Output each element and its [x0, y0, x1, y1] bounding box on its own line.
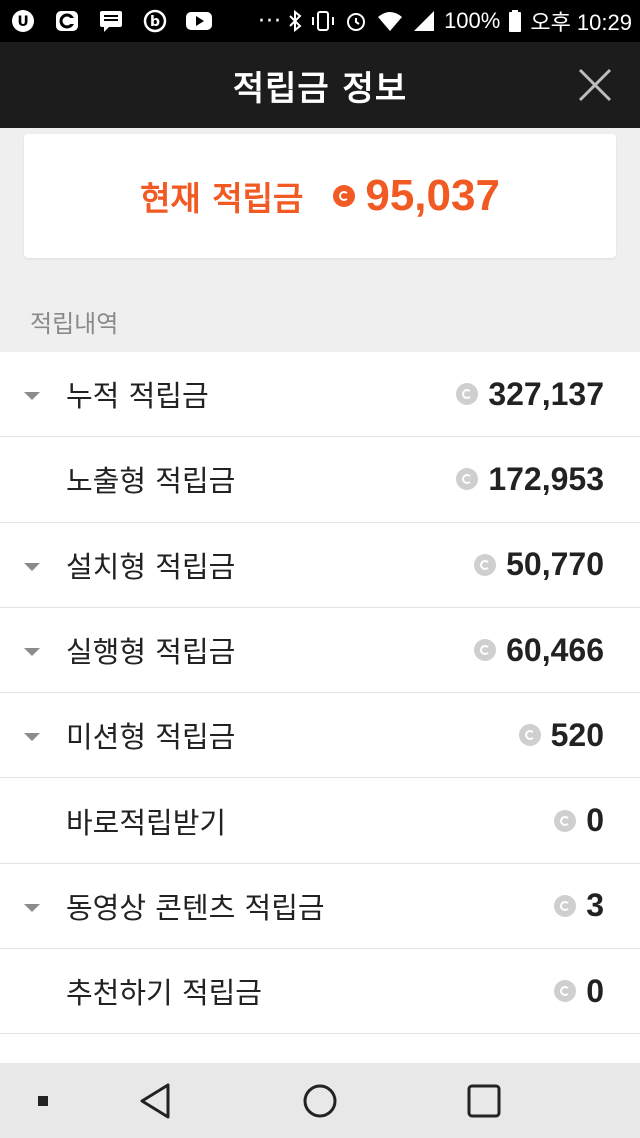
coin-icon — [554, 809, 577, 832]
status-bar-system: 100% 오후 10:29 — [288, 5, 632, 37]
battery-percent: 100% — [444, 8, 501, 33]
svg-text:U: U — [17, 14, 28, 30]
status-bar: U b ··· 100% 오후 10:29 — [0, 0, 640, 42]
list-item[interactable]: 설치형 적립금 50,770 — [0, 523, 640, 608]
message-icon — [96, 9, 126, 33]
row-value: 172,953 — [488, 460, 604, 497]
back-triangle-icon — [140, 1083, 170, 1119]
row-label: 누적 적립금 — [66, 379, 209, 414]
list-item: 바로적립받기 0 — [0, 778, 640, 864]
row-label: 실행형 적립금 — [66, 635, 236, 670]
caret-down-icon — [24, 903, 40, 912]
coin-icon — [518, 724, 541, 747]
current-points-value: 95,037 — [365, 171, 500, 220]
row-value: 60,466 — [506, 631, 604, 668]
nav-home-button[interactable] — [302, 1081, 338, 1121]
coin-icon — [474, 553, 497, 576]
list-item[interactable]: 실행형 적립금 60,466 — [0, 608, 640, 694]
coin-icon — [474, 639, 497, 662]
dot-icon — [38, 1096, 48, 1106]
nav-dot-button[interactable] — [36, 1081, 50, 1121]
clock: 오후 10:29 — [530, 10, 632, 35]
signal-icon — [414, 11, 435, 31]
battery-icon — [509, 10, 522, 32]
list-item: 노출형 적립금 172,953 — [0, 437, 640, 523]
coin-icon — [456, 383, 479, 406]
coin-icon — [456, 468, 479, 491]
b-app-icon: b — [140, 9, 170, 33]
coin-icon — [554, 894, 577, 917]
coin-icon — [554, 980, 577, 1003]
caret-down-icon — [24, 562, 40, 571]
current-points-label: 현재 적립금 — [140, 179, 304, 218]
c-app-icon — [52, 9, 82, 33]
vibrate-icon — [312, 11, 335, 31]
svg-text:b: b — [150, 14, 160, 30]
points-history-list: 누적 적립금 327,137 노출형 적립금 172,953 설치형 적립금 5… — [0, 352, 640, 1075]
app-header: 적립금 정보 — [0, 42, 640, 128]
row-label: 동영상 콘텐츠 적립금 — [66, 890, 325, 925]
list-item[interactable]: 미션형 적립금 520 — [0, 693, 640, 779]
status-bar-notifications: U b ··· — [8, 9, 282, 34]
bluetooth-icon — [289, 9, 302, 33]
recent-square-icon — [467, 1084, 501, 1118]
row-label: 미션형 적립금 — [66, 720, 236, 755]
row-label: 노출형 적립금 — [66, 464, 236, 499]
list-item[interactable]: 동영상 콘텐츠 적립금 3 — [0, 864, 640, 950]
home-circle-icon — [303, 1084, 337, 1118]
caret-down-icon — [24, 733, 40, 742]
row-value: 327,137 — [488, 375, 604, 412]
close-button[interactable] — [576, 66, 614, 104]
row-label: 추천하기 적립금 — [66, 976, 262, 1011]
more-notifications-dots: ··· — [258, 8, 282, 34]
caret-down-icon — [24, 647, 40, 656]
alarm-icon — [347, 13, 366, 31]
row-value: 0 — [586, 802, 604, 839]
row-label: 바로적립받기 — [66, 805, 227, 840]
list-item: 추천하기 적립금 0 — [0, 949, 640, 1035]
row-value: 3 — [586, 887, 604, 924]
android-nav-bar — [0, 1063, 640, 1138]
current-points-card: 현재 적립금 95,037 — [24, 134, 616, 258]
coin-icon — [333, 185, 356, 207]
row-value: 0 — [586, 972, 604, 1009]
close-icon — [578, 68, 612, 102]
youtube-icon — [184, 9, 214, 33]
nav-recent-button[interactable] — [466, 1081, 502, 1121]
row-value: 520 — [550, 716, 604, 753]
section-title: 적립내역 — [30, 310, 119, 338]
nav-back-button[interactable] — [138, 1081, 172, 1121]
wifi-icon — [378, 12, 403, 31]
caret-down-icon — [24, 392, 40, 400]
page-title: 적립금 정보 — [232, 68, 408, 109]
row-label: 설치형 적립금 — [66, 549, 236, 584]
list-item[interactable]: 누적 적립금 327,137 — [0, 352, 640, 438]
row-value: 50,770 — [506, 546, 604, 583]
uplus-icon: U — [8, 9, 38, 33]
